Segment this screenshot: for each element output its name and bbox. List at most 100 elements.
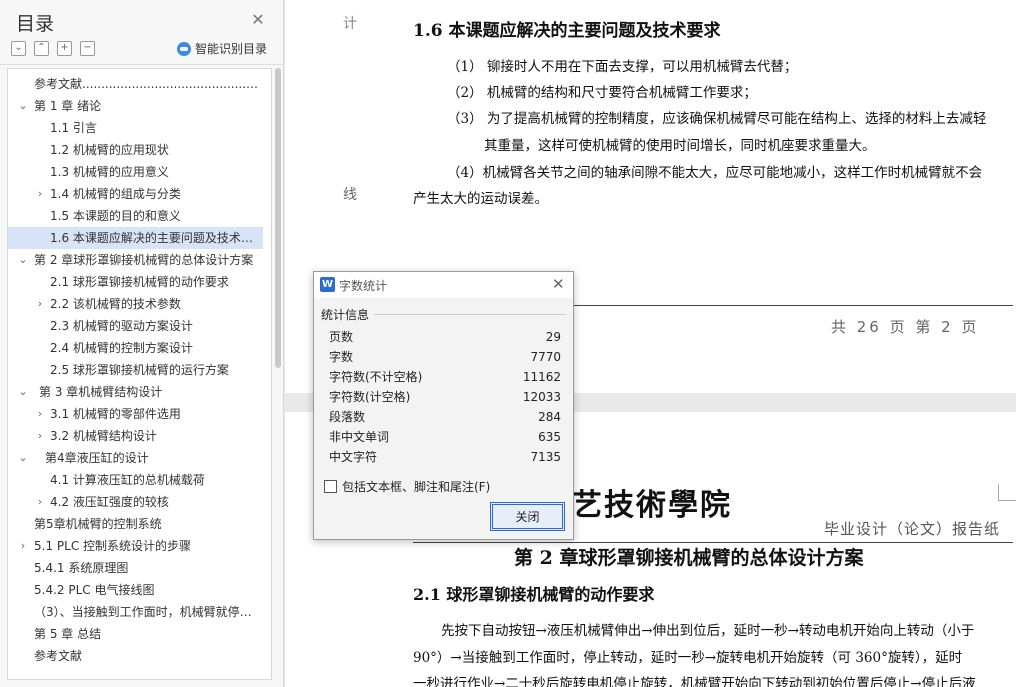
toc-item[interactable]: 参考文献....................................… (8, 73, 271, 95)
toc-item-label: 2.4 机械臂的控制方案设计 (50, 341, 193, 355)
gutter-mark: 计 (343, 16, 357, 32)
toc-item[interactable]: 参考文献 (8, 645, 271, 667)
toc-item-label: 第5章机械臂的控制系统 (34, 517, 162, 531)
chevron-right-icon[interactable]: › (18, 535, 28, 557)
toc-item[interactable]: 1.1 引言 (8, 117, 271, 139)
toc-item-label: 3.1 机械臂的零部件选用 (50, 407, 181, 421)
toc-item[interactable]: › 5.1 PLC 控制系统设计的步骤 (8, 535, 271, 557)
toc-item[interactable]: 2.1 球形罩铆接机械臂的动作要求 (8, 271, 271, 293)
stat-label: 字数 (329, 350, 354, 364)
stat-row: 非中文单词 635 (329, 427, 561, 447)
toc-item-label: 1.6 本课题应解决的主要问题及技术要求 (50, 231, 253, 245)
toc-item[interactable]: ⌄ 第 2 章球形罩铆接机械臂的总体设计方案 (8, 249, 271, 271)
toc-item[interactable]: 4.1 计算液压缸的总机械载荷 (8, 469, 271, 491)
toc-item-label: 2.3 机械臂的驱动方案设计 (50, 319, 193, 333)
wps-logo-icon: W (320, 277, 335, 292)
toc-item[interactable]: 2.4 机械臂的控制方案设计 (8, 337, 271, 359)
word-count-dialog: W 字数统计 ✕ 统计信息 页数 29 字数 7770 字符数(不计空格) 11162 字符… (313, 271, 574, 540)
report-header: 毕业设计（论文）报告纸 (824, 520, 1001, 538)
toc-item[interactable]: › 1.4 机械臂的组成与分类 (8, 183, 271, 205)
toc-item[interactable]: 1.3 机械臂的应用意义 (8, 161, 271, 183)
toc-item[interactable]: 2.3 机械臂的驱动方案设计 (8, 315, 271, 337)
expand-up-icon[interactable]: ⌃ (34, 41, 49, 56)
toc-item[interactable]: ⌄ 第 3 章机械臂结构设计 (8, 381, 271, 403)
toc-item-label: （3）、当接触到工作面时，机械臂就停止转动 (34, 605, 261, 619)
sidebar-scrollbar[interactable] (275, 68, 281, 680)
divider (0, 64, 283, 65)
dialog-title: 字数统计 (339, 279, 388, 293)
stat-label: 段落数 (329, 410, 366, 424)
toc-item-label: 参考文献....................................… (34, 77, 261, 91)
toc-item[interactable]: 2.5 球形罩铆接机械臂的运行方案 (8, 359, 271, 381)
toc-item[interactable]: （3）、当接触到工作面时，机械臂就停止转动 (8, 601, 271, 623)
stat-label: 页数 (329, 330, 354, 344)
toc-item-label: 1.1 引言 (50, 121, 97, 135)
toc-item-label: 第 1 章 绪论 (34, 99, 102, 113)
stat-row: 字符数(计空格) 12033 (329, 387, 561, 407)
toc-item-label: 3.2 机械臂结构设计 (50, 429, 157, 443)
toc-item[interactable]: 5.4.1 系统原理图 (8, 557, 271, 579)
toc-item[interactable]: ⌄ 第4章液压缸的设计 (8, 447, 271, 469)
toc-item-label: 5.4.2 PLC 电气接线图 (34, 583, 155, 597)
remove-level-icon[interactable]: − (80, 41, 95, 56)
collapse-all-icon[interactable]: ⌄ (11, 41, 26, 56)
toc-item-label: 第4章液压缸的设计 (45, 451, 149, 465)
toc-item-label: 1.2 机械臂的应用现状 (50, 143, 169, 157)
paragraph-line: 一秒进行作业→二十秒后旋转电机停止旋转，机械臂开始向下转动到初始位置后停止→停止… (413, 676, 976, 687)
dialog-titlebar[interactable]: W 字数统计 ✕ (314, 272, 573, 298)
toc-item[interactable]: 5.4.2 PLC 电气接线图 (8, 579, 271, 601)
checkbox-label: 包括文本框、脚注和尾注(F) (342, 480, 491, 494)
toc-item[interactable]: 1.5 本课题的目的和意义 (8, 205, 271, 227)
toc-item[interactable]: ⌄ 第 1 章 绪论 (8, 95, 271, 117)
chevron-down-icon[interactable]: ⌄ (18, 95, 28, 117)
include-textbox-checkbox[interactable]: 包括文本框、脚注和尾注(F) (324, 478, 490, 495)
toc-item[interactable]: 1.6 本课题应解决的主要问题及技术要求 (8, 227, 263, 249)
toc-item-label: 2.2 该机械臂的技术参数 (50, 297, 181, 311)
sidebar-title: 目录 (16, 13, 55, 35)
smart-recognize-label: 智能识别目录 (195, 42, 268, 56)
divider (374, 314, 566, 315)
paragraph-line: 产生太大的运动误差。 (413, 191, 548, 207)
toc-item-label: 5.4.1 系统原理图 (34, 561, 129, 575)
close-button[interactable]: 关闭 (490, 502, 565, 531)
toc-item-label: 2.1 球形罩铆接机械臂的动作要求 (50, 275, 229, 289)
smart-recognize-button[interactable]: 智能识别目录 (177, 40, 267, 57)
stat-label: 字符数(不计空格) (329, 370, 423, 384)
paragraph-line: （2） 机械臂的结构和尺寸要符合机械臂工作要求； (447, 85, 757, 101)
chevron-right-icon[interactable]: › (35, 491, 45, 513)
toc-item[interactable]: › 3.1 机械臂的零部件选用 (8, 403, 271, 425)
add-level-icon[interactable]: + (57, 41, 72, 56)
toc-item[interactable]: › 4.2 液压缸强度的较核 (8, 491, 271, 513)
section-heading-1-6: 1.6 本课题应解决的主要问题及技术要求 (413, 21, 721, 41)
toc-item[interactable]: 第5章机械臂的控制系统 (8, 513, 271, 535)
chevron-right-icon[interactable]: › (35, 403, 45, 425)
toc-item-label: 4.1 计算液压缸的总机械载荷 (50, 473, 205, 487)
paragraph-line: （4）机械臂各关节之间的轴承间隙不能太大，应尽可能地减小，这样工作时机械臂就不会 (447, 165, 983, 181)
toc-item[interactable]: 1.2 机械臂的应用现状 (8, 139, 271, 161)
toc-item[interactable]: › 3.2 机械臂结构设计 (8, 425, 271, 447)
chevron-right-icon[interactable]: › (35, 183, 45, 205)
toc-item[interactable]: › 2.2 该机械臂的技术参数 (8, 293, 271, 315)
scrollbar-thumb[interactable] (275, 68, 281, 368)
section-heading-2-1: 2.1 球形罩铆接机械臂的动作要求 (413, 585, 655, 604)
toc-list-panel: 参考文献....................................… (7, 68, 272, 680)
stat-row: 中文字符 7135 (329, 447, 561, 467)
paragraph-line: （3） 为了提高机械臂的控制精度，应该确保机械臂尽可能在结构上、选择的材料上去减… (447, 111, 987, 127)
chevron-down-icon[interactable]: ⌄ (18, 381, 28, 403)
toc-list: 参考文献....................................… (8, 73, 271, 667)
close-icon[interactable]: ✕ (552, 275, 565, 293)
paragraph-line: 先按下自动按钮→液压机械臂伸出→伸出到位后，延时一秒→转动电机开始向上转动（小于 (441, 623, 975, 639)
toc-item-label: 1.5 本课题的目的和意义 (50, 209, 181, 223)
chevron-right-icon[interactable]: › (35, 293, 45, 315)
chevron-down-icon[interactable]: ⌄ (18, 447, 28, 469)
checkbox-box[interactable] (324, 480, 337, 493)
stat-value: 635 (538, 430, 561, 444)
toc-item-label: 第 3 章机械臂结构设计 (39, 385, 163, 399)
stat-value: 284 (538, 410, 561, 424)
chevron-right-icon[interactable]: › (35, 425, 45, 447)
toc-item[interactable]: 第 5 章 总结 (8, 623, 271, 645)
stats-list: 页数 29 字数 7770 字符数(不计空格) 11162 字符数(计空格) 12033 段落数… (329, 327, 561, 467)
close-icon[interactable]: ✕ (249, 11, 267, 29)
stat-value: 7770 (530, 350, 561, 364)
chevron-down-icon[interactable]: ⌄ (18, 249, 28, 271)
